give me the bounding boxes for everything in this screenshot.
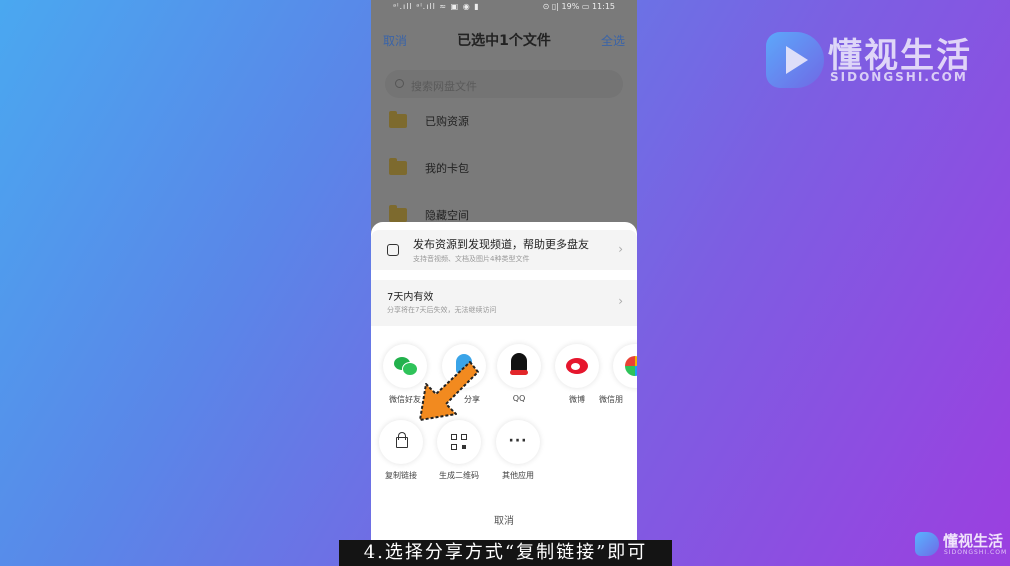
publish-icon	[387, 244, 399, 256]
other-apps-button[interactable]: ··· 其他应用	[488, 420, 548, 484]
tutorial-caption: 4.选择分享方式“复制链接”即可	[339, 540, 672, 566]
publish-subtitle: 支持音视频、文档及图片4种类型文件	[413, 255, 530, 263]
option-label: 生成二维码	[439, 471, 479, 480]
validity-subtitle: 分享将在7天后失效，无法继续访问	[387, 306, 497, 314]
lock-icon	[379, 420, 423, 464]
chevron-right-icon: ›	[618, 242, 623, 256]
moments-icon	[613, 344, 637, 388]
weibo-icon	[555, 344, 599, 388]
phone-screen: ᵃˡ.ıll ᵃˡ.ıll ≈ ▣ ◉ ▮ ⊙ ▯| 19% ▭ 11:15 取…	[371, 0, 637, 566]
select-all-button[interactable]: 全选	[601, 32, 625, 49]
share-wechat-friend-button[interactable]: 微信好友	[375, 344, 435, 408]
search-placeholder: 搜索网盘文件	[411, 80, 477, 93]
qr-code-icon	[437, 420, 481, 464]
share-wechat-moments-button[interactable]: 微信朋	[599, 344, 637, 408]
validity-row[interactable]: 7天内有效 分享将在7天后失效，无法继续访问 ›	[371, 280, 637, 326]
copy-link-button[interactable]: 复制链接	[371, 420, 431, 484]
share-weibo-button[interactable]: 微博	[547, 344, 607, 408]
validity-title: 7天内有效	[387, 292, 434, 303]
play-logo-icon	[915, 532, 939, 556]
file-name: 我的卡包	[425, 162, 469, 175]
folder-icon	[389, 111, 407, 128]
list-item[interactable]: 已购资源	[371, 102, 637, 142]
option-label: 微信好友	[389, 395, 421, 404]
wechat-icon	[383, 344, 427, 388]
option-label: 其他应用	[502, 471, 534, 480]
publish-title: 发布资源到发现频道，帮助更多盘友	[413, 238, 589, 251]
share-icon	[442, 344, 486, 388]
more-options-icon: ···	[496, 420, 540, 464]
folder-icon	[389, 158, 407, 175]
status-battery-time: ⊙ ▯| 19% ▭ 11:15	[542, 2, 615, 11]
sheet-cancel-button[interactable]: 取消	[371, 512, 637, 527]
generate-qr-code-button[interactable]: 生成二维码	[429, 420, 489, 484]
navbar: 取消 已选中1个文件 全选	[371, 24, 637, 54]
file-name: 隐藏空间	[425, 209, 469, 222]
list-item[interactable]: 我的卡包	[371, 149, 637, 189]
watermark-logo: 懂视生活 SIDONGSHI.COM	[766, 28, 976, 90]
file-name: 已购资源	[425, 115, 469, 128]
page-title: 已选中1个文件	[457, 33, 551, 49]
status-bar: ᵃˡ.ıll ᵃˡ.ıll ≈ ▣ ◉ ▮ ⊙ ▯| 19% ▭ 11:15	[371, 0, 637, 16]
more-glyph: ···	[508, 433, 528, 449]
corner-logo-subtitle: SIDONGSHI.COM	[944, 549, 1008, 556]
corner-logo-title: 懂视生活	[943, 532, 1004, 550]
play-logo-icon	[766, 32, 824, 88]
watermark-subtitle: SIDONGSHI.COM	[830, 70, 968, 84]
status-signal: ᵃˡ.ıll ᵃˡ.ıll ≈ ▣ ◉ ▮	[393, 2, 480, 11]
chevron-right-icon: ›	[618, 294, 623, 308]
share-qq-button[interactable]: QQ	[489, 344, 549, 408]
option-label: 微信朋	[599, 395, 623, 404]
publish-to-discover-row[interactable]: 发布资源到发现频道，帮助更多盘友 支持音视频、文档及图片4种类型文件 ›	[371, 230, 637, 270]
search-input[interactable]: 搜索网盘文件	[385, 70, 623, 98]
share-sheet: 发布资源到发现频道，帮助更多盘友 支持音视频、文档及图片4种类型文件 › 7天内…	[371, 222, 637, 566]
qq-icon	[497, 344, 541, 388]
corner-logo: 懂视生活 SIDONGSHI.COM	[915, 530, 1008, 560]
search-icon	[395, 79, 404, 88]
folder-icon	[389, 205, 407, 222]
